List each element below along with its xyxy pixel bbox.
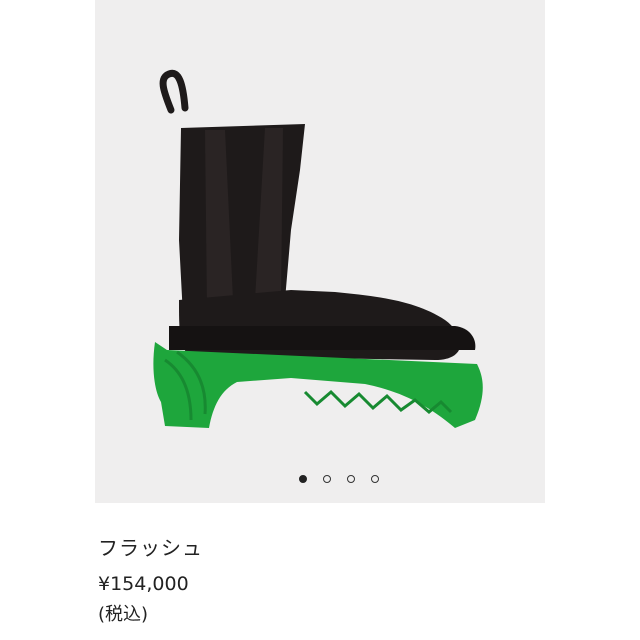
product-gallery[interactable] — [95, 0, 545, 503]
product-info: フラッシュ ¥154,000 (税込) — [98, 536, 203, 626]
carousel-dot-2[interactable] — [323, 475, 331, 483]
tax-note: (税込) — [98, 604, 149, 625]
boot-image-icon[interactable] — [95, 0, 545, 503]
carousel-dot-4[interactable] — [371, 475, 379, 483]
cut-off-content — [98, 628, 198, 640]
product-name: フラッシュ — [98, 536, 203, 560]
carousel-dot-1[interactable] — [299, 475, 307, 483]
product-price: ¥154,000 — [98, 573, 189, 595]
carousel-dots — [95, 472, 545, 486]
carousel-dot-3[interactable] — [347, 475, 355, 483]
